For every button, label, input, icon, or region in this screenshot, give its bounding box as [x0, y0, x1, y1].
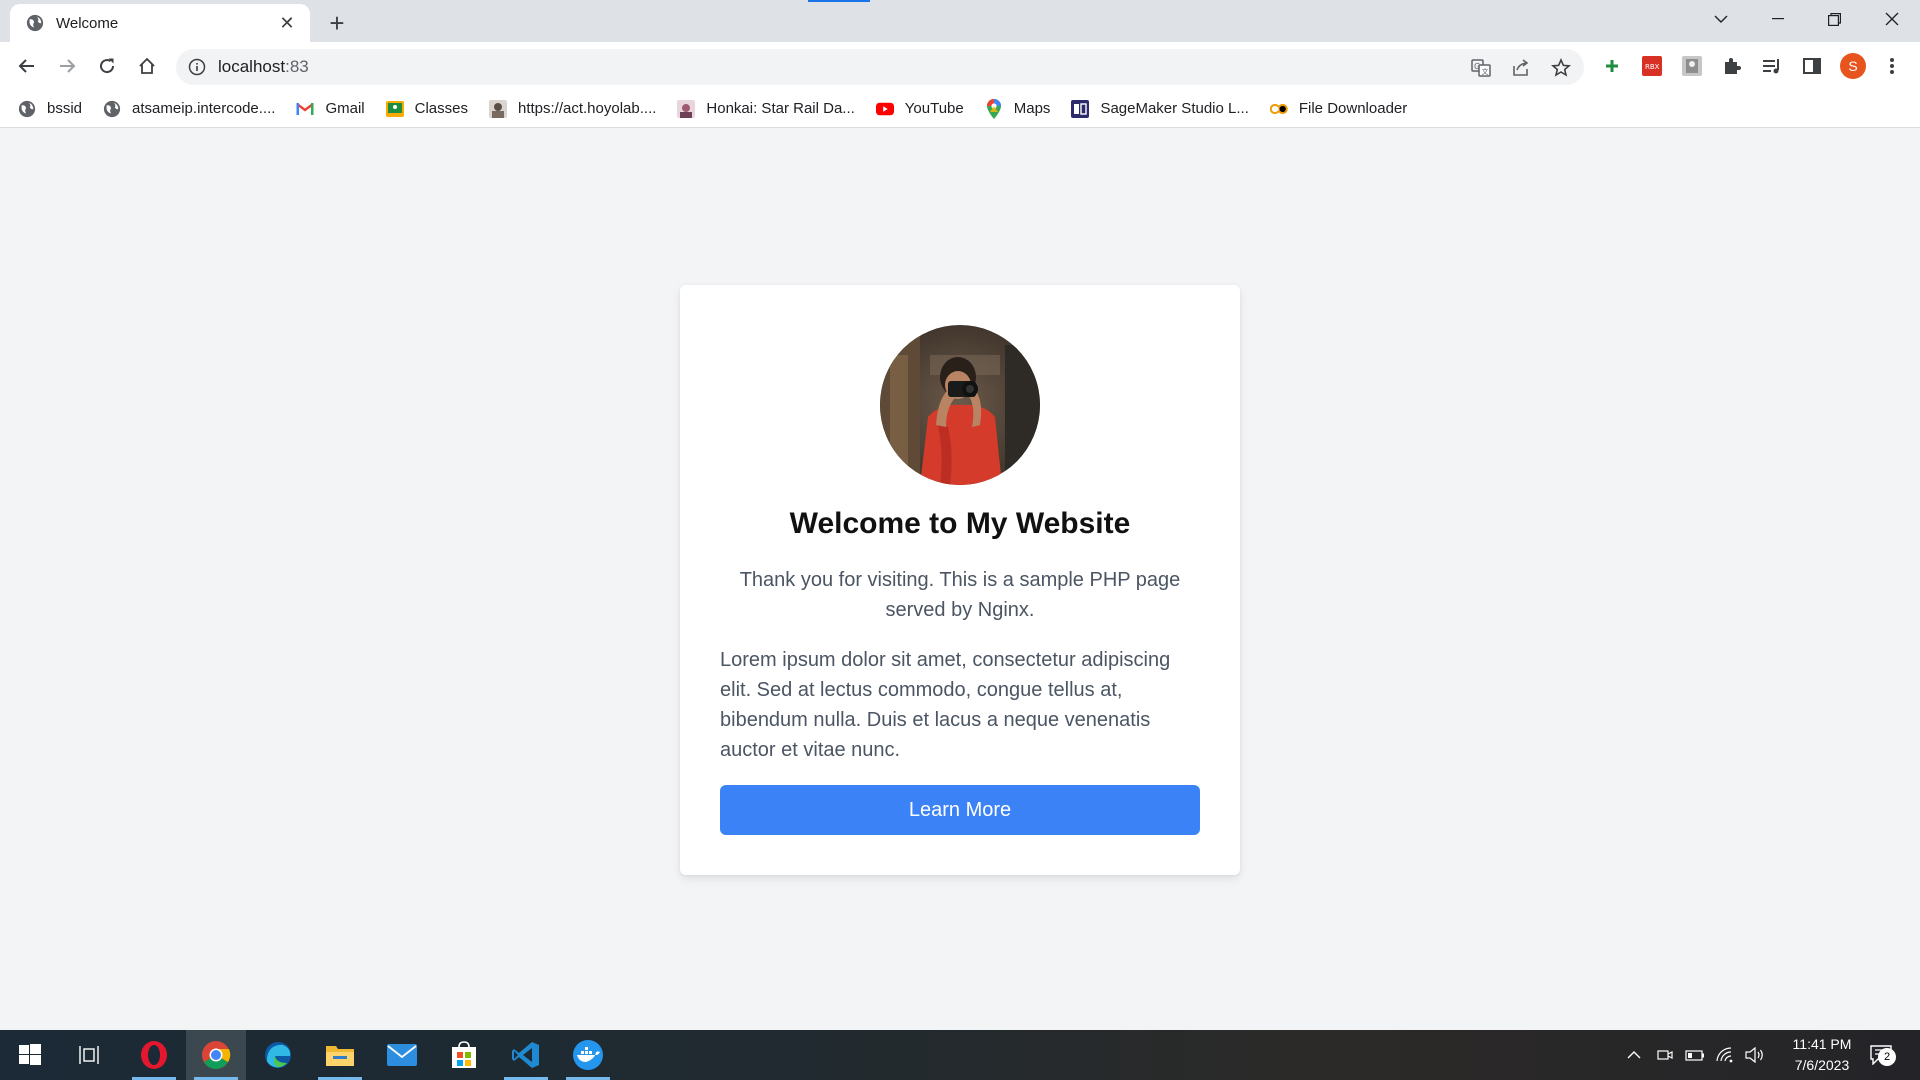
share-icon[interactable]	[1506, 57, 1536, 79]
reload-icon	[100, 58, 115, 74]
bookmark-label: Gmail	[325, 100, 365, 117]
bookmark-sagemaker[interactable]: SageMaker Studio L...	[1071, 95, 1257, 123]
docker-icon[interactable]	[558, 1030, 618, 1080]
tab-strip: Welcome ✕ +	[0, 0, 1920, 42]
restore-icon[interactable]	[1806, 0, 1863, 38]
learn-more-button[interactable]: Learn More	[720, 785, 1200, 835]
welcome-card: Welcome to My Website Thank you for visi…	[680, 285, 1240, 875]
close-tab-icon[interactable]: ✕	[276, 12, 298, 34]
meet-now-icon[interactable]	[1652, 1030, 1678, 1080]
translate-icon[interactable]: G文	[1466, 57, 1496, 79]
extension-red-icon[interactable]: RBX	[1640, 54, 1664, 78]
windows-taskbar: 11:41 PM 7/6/2023	[0, 1030, 1920, 1080]
show-hidden-icons-chevron-icon[interactable]	[1622, 1030, 1646, 1080]
media-controls-icon[interactable]	[1760, 54, 1784, 78]
mail-icon[interactable]	[372, 1030, 432, 1080]
reload-button[interactable]	[91, 50, 123, 82]
windows-start-icon[interactable]	[0, 1030, 60, 1080]
bookmark-label: YouTube	[904, 100, 964, 117]
task-view-icon[interactable]	[60, 1030, 120, 1080]
page-subtitle: Thank you for visiting. This is a sample…	[739, 569, 1181, 621]
svg-text:文: 文	[1482, 67, 1489, 76]
bookmark-hoyolab[interactable]: https://act.hoyolab....	[488, 95, 665, 123]
youtube-icon	[875, 100, 894, 118]
clock-time: 11:41 PM	[1792, 1036, 1852, 1052]
browser-toolbar: localhost:83 G文 RBX S	[0, 42, 1920, 90]
forward-button[interactable]	[51, 50, 83, 82]
tab-search-chevron-icon[interactable]	[1692, 0, 1749, 38]
bookmarks-bar: bssid atsameip.intercode.... Gmail Class…	[0, 90, 1920, 128]
notification-count-badge: 2	[1878, 1048, 1896, 1066]
close-window-icon[interactable]	[1863, 0, 1920, 38]
page-title: Welcome to My Website	[789, 507, 1131, 540]
home-button[interactable]	[131, 50, 163, 82]
store-icon[interactable]	[434, 1030, 494, 1080]
globe-icon	[103, 100, 121, 118]
page-body-text: Lorem ipsum dolor sit amet, consectetur …	[720, 649, 1171, 761]
forward-arrow-icon	[60, 59, 76, 73]
svg-text:RBX: RBX	[1645, 63, 1660, 71]
opera-icon[interactable]	[124, 1030, 184, 1080]
bookmark-file-downloader[interactable]: File Downloader	[1269, 95, 1416, 123]
bookmark-classes[interactable]: Classes	[385, 95, 477, 123]
honkai-icon	[677, 99, 696, 118]
bookmark-youtube[interactable]: YouTube	[875, 95, 973, 123]
edge-icon[interactable]	[248, 1030, 308, 1080]
extensions-puzzle-icon[interactable]	[1720, 54, 1744, 78]
tab-title: Welcome	[56, 14, 119, 32]
sagemaker-icon	[1071, 99, 1090, 118]
bookmark-honkai[interactable]: Honkai: Star Rail Da...	[677, 95, 863, 123]
battery-icon[interactable]	[1682, 1030, 1708, 1080]
bookmark-label: bssid	[47, 100, 83, 117]
clock-date: 7/6/2023	[1794, 1057, 1850, 1073]
address-url: localhost:83	[218, 57, 309, 77]
co-icon	[1269, 100, 1288, 118]
home-icon	[139, 57, 155, 74]
window-controls	[1692, 0, 1920, 38]
new-tab-button[interactable]: +	[322, 8, 352, 38]
bookmark-label: SageMaker Studio L...	[1100, 100, 1249, 117]
chrome-icon[interactable]	[186, 1030, 246, 1080]
extension-grey-icon[interactable]	[1680, 54, 1704, 78]
back-arrow-icon	[18, 59, 34, 73]
back-button[interactable]	[11, 50, 43, 82]
page-viewport: Welcome to My Website Thank you for visi…	[0, 128, 1920, 1030]
gmail-icon	[296, 100, 315, 118]
bookmark-label: atsameip.intercode....	[132, 100, 276, 117]
globe-icon	[18, 100, 36, 118]
bookmark-label: Classes	[414, 100, 468, 117]
bookmark-maps[interactable]: Maps	[985, 95, 1060, 123]
wifi-icon[interactable]	[1712, 1030, 1738, 1080]
address-bar[interactable]: localhost:83 G文	[176, 49, 1584, 85]
maps-icon	[985, 98, 1003, 119]
bookmark-atsameip[interactable]: atsameip.intercode....	[103, 95, 284, 123]
chrome-menu-icon[interactable]	[1880, 54, 1904, 78]
tab-welcome[interactable]: Welcome ✕	[10, 4, 310, 42]
extension-plus-icon[interactable]	[1600, 54, 1624, 78]
bookmark-label: Maps	[1013, 100, 1051, 117]
minimize-icon[interactable]	[1749, 0, 1806, 38]
bookmark-label: https://act.hoyolab....	[517, 100, 657, 117]
vscode-icon[interactable]	[496, 1030, 556, 1080]
classroom-icon	[385, 100, 404, 118]
system-clock[interactable]: 11:41 PM 7/6/2023	[1772, 1034, 1872, 1076]
side-panel-icon[interactable]	[1800, 54, 1824, 78]
bookmark-bssid[interactable]: bssid	[18, 95, 91, 123]
hoyolab-icon	[488, 99, 507, 118]
file-explorer-icon[interactable]	[310, 1030, 370, 1080]
bookmark-star-icon[interactable]	[1546, 57, 1576, 79]
site-info-icon[interactable]	[188, 58, 206, 76]
tab-search-indicator	[808, 0, 870, 2]
url-host: localhost	[218, 57, 286, 76]
profile-avatar[interactable]: S	[1840, 53, 1866, 79]
url-port: :83	[285, 57, 309, 76]
svg-text:G: G	[1474, 62, 1480, 71]
volume-icon[interactable]	[1742, 1030, 1768, 1080]
globe-icon	[26, 14, 44, 32]
bookmark-label: Honkai: Star Rail Da...	[706, 100, 855, 117]
profile-photo	[880, 325, 1040, 485]
bookmark-label: File Downloader	[1298, 100, 1408, 117]
bookmark-gmail[interactable]: Gmail	[296, 95, 373, 123]
